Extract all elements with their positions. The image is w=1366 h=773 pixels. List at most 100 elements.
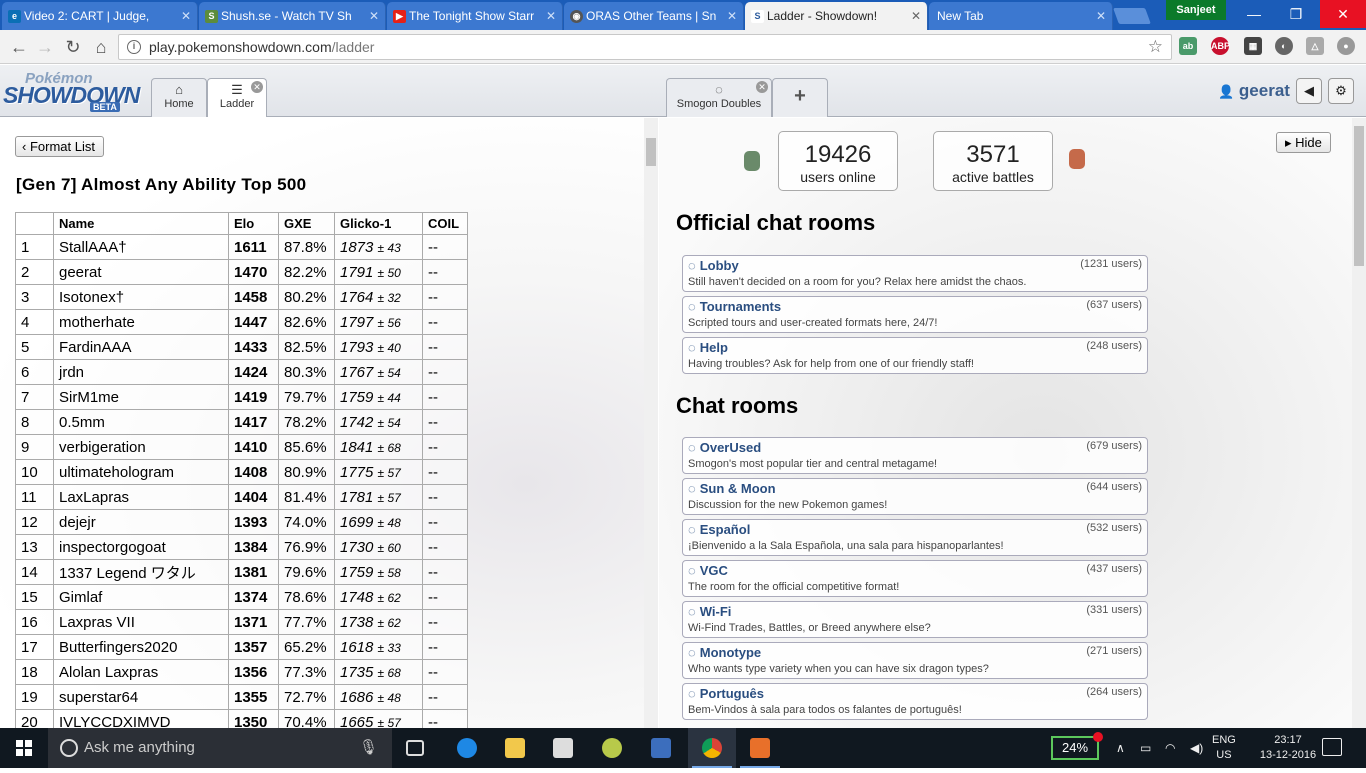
username-button[interactable]: 👤 geerat: [1218, 81, 1290, 101]
tab-close-icon[interactable]: ✕: [181, 2, 191, 30]
room-button[interactable]: ◌ Help (248 users) Having troubles? Ask for…: [682, 337, 1148, 374]
tab-close-icon[interactable]: ✕: [727, 2, 737, 30]
close-tab-icon[interactable]: ✕: [251, 81, 263, 93]
player-name-link[interactable]: FardinAAA: [53, 334, 229, 360]
cortana-search-box[interactable]: Ask me anything 🎙: [48, 728, 392, 768]
extension-icon[interactable]: ▦: [1244, 37, 1262, 55]
chevron-up-icon[interactable]: ∧: [1116, 728, 1125, 768]
browser-tab-shush[interactable]: S Shush.se - Watch TV Sh ✕: [199, 2, 386, 30]
extension-icon[interactable]: ab: [1179, 37, 1197, 55]
battery-indicator[interactable]: 24%: [1051, 732, 1103, 760]
player-name-link[interactable]: 1337 Legend ワタル: [53, 559, 229, 585]
room-button[interactable]: ◌ Português (264 users) Bem-Vindos à sala p…: [682, 683, 1148, 720]
forward-arrow-icon[interactable]: →: [34, 36, 56, 58]
search-placeholder: Ask me anything: [84, 739, 195, 756]
users-online-box[interactable]: 19426 users online: [778, 131, 898, 191]
adblock-icon[interactable]: ABP: [1211, 37, 1230, 55]
player-name-link[interactable]: dejejr: [53, 509, 229, 535]
close-tab-icon[interactable]: ✕: [756, 81, 768, 93]
tab-close-icon[interactable]: ✕: [369, 2, 379, 30]
volume-icon[interactable]: ◀): [1190, 728, 1203, 768]
tab-add-room[interactable]: +: [772, 78, 828, 117]
room-name: Español: [699, 522, 751, 537]
store-button[interactable]: [539, 728, 587, 768]
reload-icon[interactable]: ↻: [62, 36, 84, 58]
new-tab-button[interactable]: [1113, 8, 1151, 24]
room-button[interactable]: ◌ Español (532 users) ¡Bienvenido a la Sala…: [682, 519, 1148, 556]
player-name-link[interactable]: SirM1me: [53, 384, 229, 410]
player-name-link[interactable]: jrdn: [53, 359, 229, 385]
tab-close-icon[interactable]: ✕: [546, 2, 556, 30]
media-player-button[interactable]: [736, 728, 784, 768]
tab-smogon-doubles[interactable]: ◌ Smogon Doubles ✕: [666, 78, 772, 117]
minimize-icon[interactable]: —: [1234, 0, 1274, 28]
hide-button[interactable]: ▸ Hide: [1276, 132, 1331, 153]
room-button[interactable]: ◌ Sun & Moon (644 users) Discussion for the…: [682, 478, 1148, 515]
player-name-link[interactable]: Gimlaf: [53, 584, 229, 610]
player-name-link[interactable]: Alolan Laxpras: [53, 659, 229, 685]
microphone-icon[interactable]: 🎙: [359, 728, 378, 768]
room-button[interactable]: ◌ Lobby (1231 users) Still haven't decided …: [682, 255, 1148, 292]
wifi-icon[interactable]: ◠: [1165, 728, 1175, 768]
player-name-link[interactable]: verbigeration: [53, 434, 229, 460]
room-button[interactable]: ◌ Wi-Fi (331 users) Wi-Find Trades, Battles…: [682, 601, 1148, 638]
player-name-link[interactable]: LaxLapras: [53, 484, 229, 510]
browser-tab-edx[interactable]: e Video 2: CART | Judge, ✕: [2, 2, 198, 30]
room-button[interactable]: ◌ Monotype (271 users) Who wants type varie…: [682, 642, 1148, 679]
player-name-link[interactable]: inspectorgogoat: [53, 534, 229, 560]
player-name-link[interactable]: ultimatehologram: [53, 459, 229, 485]
tab-close-icon[interactable]: ✕: [911, 2, 921, 30]
home-icon[interactable]: ⌂: [90, 36, 112, 58]
player-name-link[interactable]: superstar64: [53, 684, 229, 710]
room-button[interactable]: ◌ VGC (437 users) The room for the official…: [682, 560, 1148, 597]
options-button[interactable]: ⚙: [1328, 78, 1354, 104]
rank-cell: 12: [15, 509, 54, 535]
player-name-link[interactable]: Isotonex†: [53, 284, 229, 310]
window-close-icon[interactable]: ✕: [1320, 0, 1366, 28]
player-name-link[interactable]: motherhate: [53, 309, 229, 335]
app-button[interactable]: [588, 728, 636, 768]
edge-button[interactable]: [443, 728, 491, 768]
extension-icon[interactable]: ◐: [1275, 37, 1293, 55]
bookmark-star-icon[interactable]: ☆: [1148, 35, 1163, 59]
maximize-icon[interactable]: ❐: [1276, 0, 1316, 28]
format-list-button[interactable]: ‹ Format List: [15, 136, 104, 157]
language-indicator[interactable]: ENG US: [1212, 733, 1236, 763]
ladder-scrollbar[interactable]: [644, 118, 658, 728]
task-view-button[interactable]: [392, 728, 440, 768]
rooms-scrollbar[interactable]: [1352, 118, 1366, 728]
start-button[interactable]: [0, 728, 48, 768]
profile-badge[interactable]: Sanjeet: [1166, 0, 1226, 20]
browser-tab-newtab[interactable]: New Tab ✕: [929, 2, 1113, 30]
room-button[interactable]: ◌ OverUsed (679 users) Smogon's most popula…: [682, 437, 1148, 474]
sound-button[interactable]: ◀: [1296, 78, 1322, 104]
devcpp-button[interactable]: [637, 728, 685, 768]
tab-home[interactable]: ⌂ Home: [151, 78, 207, 117]
drive-icon[interactable]: △: [1306, 37, 1324, 55]
player-name-link[interactable]: IVLYCCDXIMVD: [53, 709, 229, 728]
player-name-link[interactable]: Butterfingers2020: [53, 634, 229, 660]
address-bar[interactable]: i play.pokemonshowdown.com/ladder ☆: [118, 34, 1172, 60]
browser-tab-youtube[interactable]: ▶ The Tonight Show Starr ✕: [387, 2, 563, 30]
gxe-cell: 82.6%: [278, 309, 335, 335]
notifications-icon[interactable]: [1322, 738, 1342, 756]
battery-icon[interactable]: ▭: [1140, 728, 1151, 768]
info-icon[interactable]: i: [127, 40, 141, 54]
chrome-button[interactable]: [688, 728, 736, 768]
tab-ladder[interactable]: ☰ Ladder ✕: [207, 78, 267, 117]
explorer-button[interactable]: [491, 728, 539, 768]
showdown-logo[interactable]: Pokémon SHOWDOWN BETA: [3, 70, 148, 114]
extension-icon[interactable]: ●: [1337, 37, 1355, 55]
player-name-link[interactable]: Laxpras VII: [53, 609, 229, 635]
back-arrow-icon[interactable]: ←: [8, 36, 30, 58]
room-button[interactable]: ◌ Tournaments (637 users) Scripted tours an…: [682, 296, 1148, 333]
player-name-link[interactable]: StallAAA†: [53, 234, 229, 260]
active-battles-box[interactable]: 3571 active battles: [933, 131, 1053, 191]
clock[interactable]: 23:17 13-12-2016: [1258, 733, 1318, 763]
player-name-link[interactable]: geerat: [53, 259, 229, 285]
browser-tab-smogon[interactable]: ◉ ORAS Other Teams | Sn ✕: [564, 2, 744, 30]
browser-tab-showdown[interactable]: S Ladder - Showdown! ✕: [745, 2, 928, 30]
player-name-link[interactable]: 0.5mm: [53, 409, 229, 435]
tab-close-icon[interactable]: ✕: [1096, 2, 1106, 30]
tab-title: Shush.se - Watch TV Sh: [221, 9, 352, 23]
